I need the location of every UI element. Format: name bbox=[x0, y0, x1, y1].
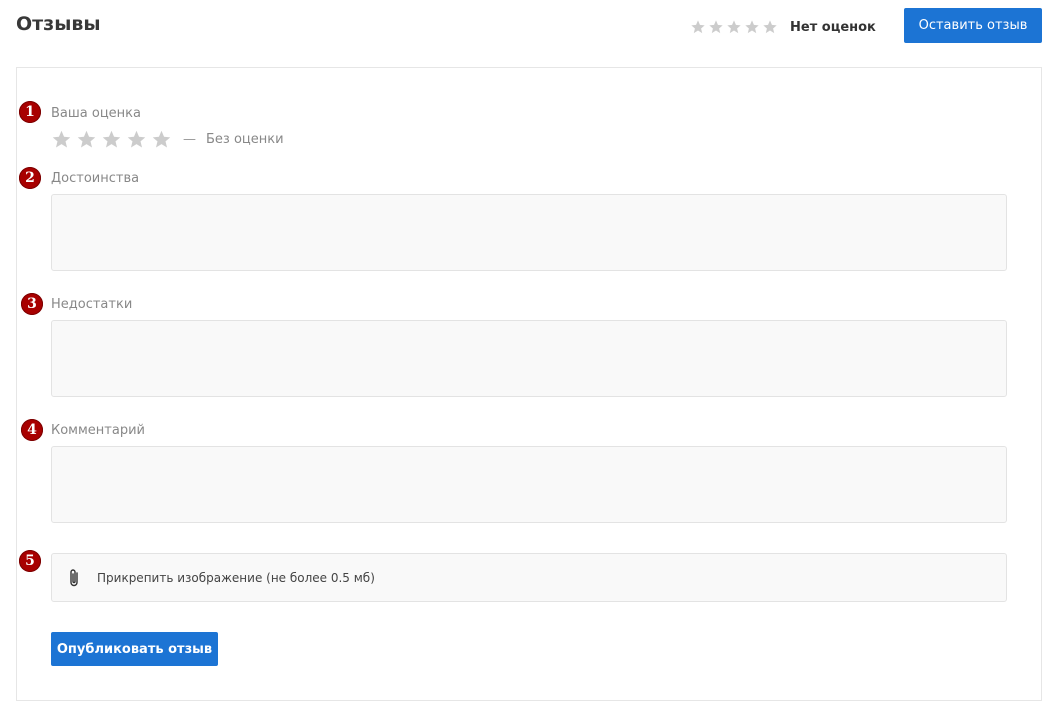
pros-label: Достоинства bbox=[51, 171, 140, 186]
rating-label: Ваша оценка bbox=[51, 106, 141, 121]
rating-value-text: Без оценки bbox=[206, 131, 284, 147]
rating-summary-text: Нет оценок bbox=[790, 19, 876, 35]
star-icon[interactable] bbox=[151, 129, 172, 150]
star-icon[interactable] bbox=[101, 129, 122, 150]
publish-review-button[interactable]: Опубликовать отзыв bbox=[51, 632, 218, 666]
step-badge: 5 bbox=[19, 550, 41, 572]
star-icon[interactable] bbox=[51, 129, 72, 150]
star-icon[interactable] bbox=[126, 129, 147, 150]
star-icon bbox=[709, 20, 723, 34]
star-icon bbox=[691, 20, 705, 34]
cons-label: Недостатки bbox=[51, 297, 133, 312]
pros-field[interactable] bbox=[51, 194, 1007, 271]
attach-image-label: Прикрепить изображение (не более 0.5 мб) bbox=[97, 570, 375, 585]
attach-image-button[interactable]: Прикрепить изображение (не более 0.5 мб) bbox=[51, 553, 1007, 602]
star-icon[interactable] bbox=[76, 129, 97, 150]
rating-dash: — bbox=[183, 131, 196, 147]
step-badge: 2 bbox=[19, 167, 41, 189]
comment-label: Комментарий bbox=[51, 423, 145, 438]
step-badge: 4 bbox=[21, 419, 43, 441]
comment-field[interactable] bbox=[51, 446, 1007, 523]
leave-review-button[interactable]: Оставить отзыв bbox=[904, 8, 1042, 43]
paperclip-icon bbox=[70, 568, 78, 586]
star-icon bbox=[745, 20, 759, 34]
page-title: Отзывы bbox=[16, 13, 101, 35]
cons-field[interactable] bbox=[51, 320, 1007, 397]
star-icon bbox=[727, 20, 741, 34]
step-badge: 3 bbox=[21, 293, 43, 315]
rating-input: — Без оценки bbox=[51, 128, 284, 150]
summary-stars bbox=[690, 19, 778, 35]
step-badge: 1 bbox=[19, 101, 41, 123]
star-icon bbox=[763, 20, 777, 34]
reviews-page: Отзывы Нет оценок Оставить отзыв 1 Ваша … bbox=[0, 0, 1061, 716]
rating-stars bbox=[51, 129, 172, 150]
rating-summary: Нет оценок bbox=[690, 19, 876, 35]
